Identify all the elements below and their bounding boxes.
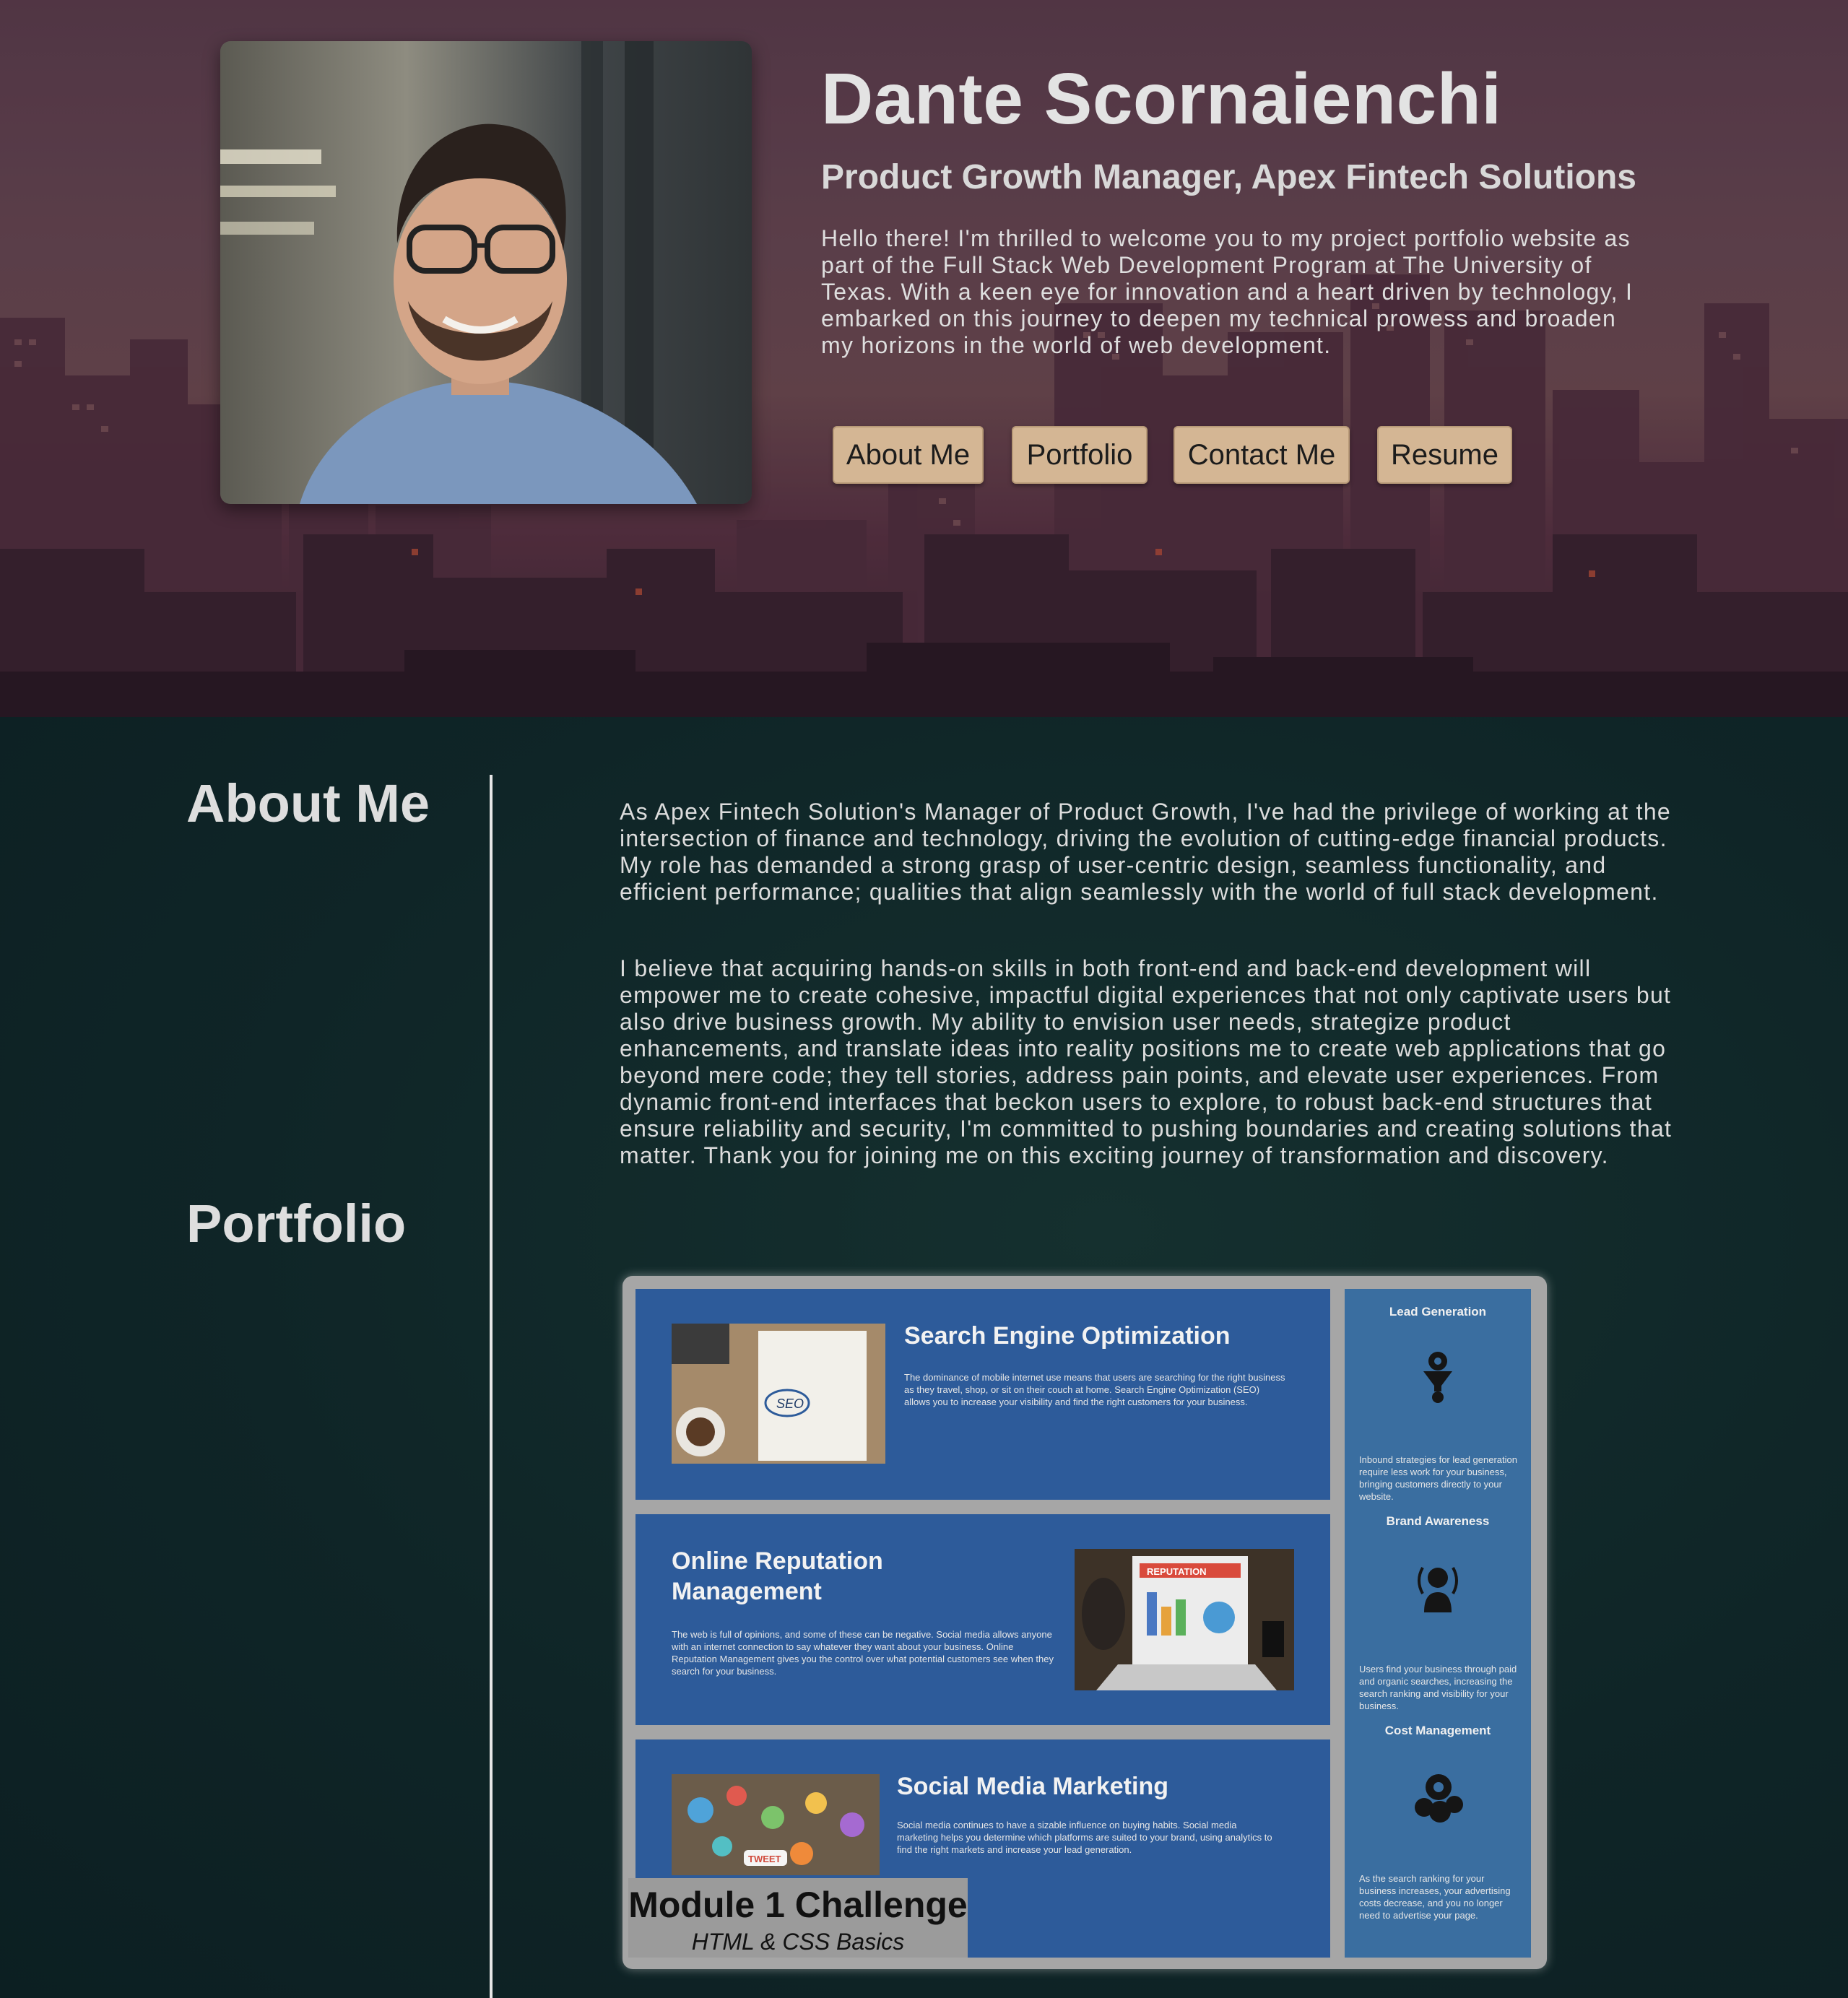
page-title: Dante Scornaienchi — [821, 58, 1502, 139]
seo-tag: SEO — [776, 1397, 804, 1411]
broadcast-person-icon — [1418, 1567, 1458, 1612]
project-card[interactable]: SEO Search Engine Optimization The domin… — [622, 1276, 1547, 1969]
about-paragraph-2: I believe that acquiring hands-on skills… — [620, 955, 1673, 1168]
seo-title: Search Engine Optimization — [904, 1322, 1231, 1350]
money-gear-icon — [1415, 1774, 1463, 1823]
hero-header: Dante Scornaienchi Product Growth Manage… — [0, 0, 1848, 717]
tweet-tag: TWEET — [748, 1854, 781, 1864]
seo-image: SEO — [672, 1324, 885, 1464]
nav-resume-button[interactable]: Resume — [1377, 426, 1512, 484]
about-heading: About Me — [186, 773, 430, 833]
job-title: Product Growth Manager, Apex Fintech Sol… — [821, 158, 1636, 196]
social-media-title: Social Media Marketing — [897, 1773, 1168, 1800]
social-media-text: Social media continues to have a sizable… — [897, 1820, 1272, 1855]
project-subtitle: HTML & CSS Basics — [691, 1929, 905, 1955]
nav-about-button[interactable]: About Me — [833, 426, 984, 484]
social-media-image: TWEET — [672, 1774, 880, 1875]
seo-panel: SEO Search Engine Optimization The domin… — [635, 1289, 1330, 1500]
reputation-text: The web is full of opinions, and some of… — [672, 1629, 1054, 1677]
funnel-gear-icon — [1423, 1352, 1452, 1403]
lead-generation-text: Inbound strategies for lead generation r… — [1359, 1454, 1517, 1502]
project-label[interactable]: Module 1 Challenge HTML & CSS Basics — [628, 1878, 968, 1958]
brand-awareness-heading: Brand Awareness — [1386, 1514, 1490, 1528]
project-title: Module 1 Challenge — [628, 1885, 968, 1925]
portfolio-heading: Portfolio — [186, 1194, 407, 1254]
reputation-title: Online Reputation Management — [672, 1547, 883, 1605]
about-paragraph-1: As Apex Fintech Solution's Manager of Pr… — [620, 799, 1672, 905]
cost-management-heading: Cost Management — [1384, 1724, 1491, 1737]
section-divider — [490, 775, 493, 1998]
nav-portfolio-button[interactable]: Portfolio — [1012, 426, 1148, 484]
reputation-image: REPUTATION — [1075, 1549, 1294, 1690]
seo-text: The dominance of mobile internet use mea… — [904, 1372, 1285, 1407]
brand-awareness-text: Users find your business through paid an… — [1359, 1664, 1517, 1711]
intro-text: Hello there! I'm thrilled to welcome you… — [821, 225, 1634, 358]
benefits-sidebar: Lead Generation Inbound strategies for l… — [1345, 1289, 1531, 1958]
reputation-tag: REPUTATION — [1147, 1566, 1207, 1577]
lead-generation-heading: Lead Generation — [1389, 1305, 1487, 1319]
nav-contact-button[interactable]: Contact Me — [1174, 426, 1350, 484]
cost-management-text: As the search ranking for your business … — [1359, 1873, 1511, 1921]
reputation-panel: Online Reputation Management The web is … — [635, 1514, 1330, 1725]
profile-photo — [220, 41, 752, 504]
